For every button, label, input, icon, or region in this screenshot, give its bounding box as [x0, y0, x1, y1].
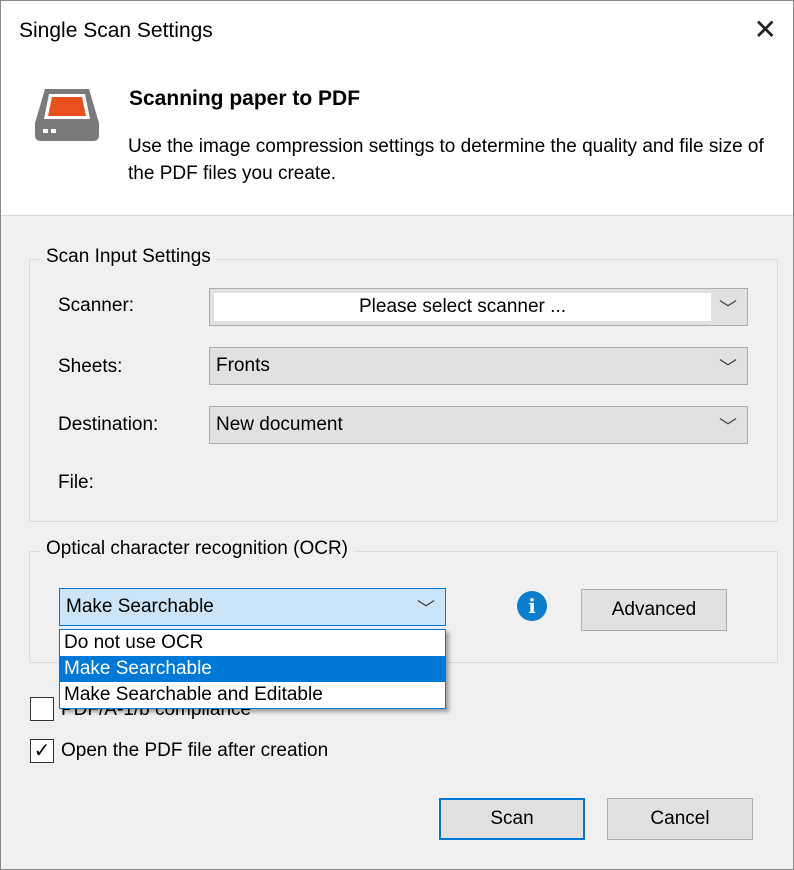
- file-label: File:: [58, 472, 94, 493]
- checkmark-icon: ✓: [33, 740, 51, 762]
- window-title: Single Scan Settings: [19, 19, 213, 42]
- scan-input-legend: Scan Input Settings: [40, 246, 217, 268]
- sheets-label: Sheets:: [58, 356, 123, 377]
- ocr-dropdown-list: Do not use OCR Make Searchable Make Sear…: [59, 629, 446, 709]
- cancel-button[interactable]: Cancel: [607, 798, 753, 840]
- scanner-value: Please select scanner ...: [214, 293, 711, 321]
- info-icon[interactable]: i: [517, 591, 547, 621]
- ocr-select[interactable]: Make Searchable ﹀: [59, 588, 446, 626]
- ocr-legend: Optical character recognition (OCR): [40, 538, 354, 560]
- chevron-down-icon: ﹀: [719, 358, 737, 378]
- close-icon[interactable]: ✕: [754, 13, 777, 46]
- scanner-icon: [35, 89, 99, 141]
- sheets-value: Fronts: [216, 355, 270, 376]
- chevron-down-icon: ﹀: [719, 299, 737, 319]
- ocr-selected-value: Make Searchable: [66, 596, 214, 617]
- destination-value: New document: [216, 414, 343, 435]
- title-bar: Single Scan Settings ✕: [1, 1, 793, 61]
- ocr-option-searchable-editable[interactable]: Make Searchable and Editable: [60, 682, 445, 708]
- scanner-select[interactable]: Please select scanner ... ﹀: [209, 288, 748, 326]
- chevron-down-icon: ﹀: [719, 417, 737, 437]
- header-description: Use the image compression settings to de…: [128, 136, 764, 184]
- open-pdf-checkbox[interactable]: ✓: [30, 739, 54, 763]
- scanner-label: Scanner:: [58, 295, 135, 316]
- ocr-option-none[interactable]: Do not use OCR: [60, 630, 445, 656]
- destination-label: Destination:: [58, 414, 159, 435]
- pdfa-checkbox[interactable]: [30, 697, 54, 721]
- sheets-select[interactable]: Fronts ﹀: [209, 347, 748, 385]
- advanced-button[interactable]: Advanced: [581, 589, 727, 631]
- destination-select[interactable]: New document ﹀: [209, 406, 748, 444]
- header-title: Scanning paper to PDF: [129, 87, 361, 110]
- scan-button[interactable]: Scan: [439, 798, 585, 840]
- ocr-option-searchable[interactable]: Make Searchable: [60, 656, 445, 682]
- open-pdf-label: Open the PDF file after creation: [61, 740, 329, 761]
- dialog-window: Single Scan Settings ✕ Scanning paper to…: [0, 0, 794, 870]
- dialog-header: Scanning paper to PDF Use the image comp…: [1, 61, 793, 216]
- chevron-down-icon: ﹀: [417, 599, 435, 619]
